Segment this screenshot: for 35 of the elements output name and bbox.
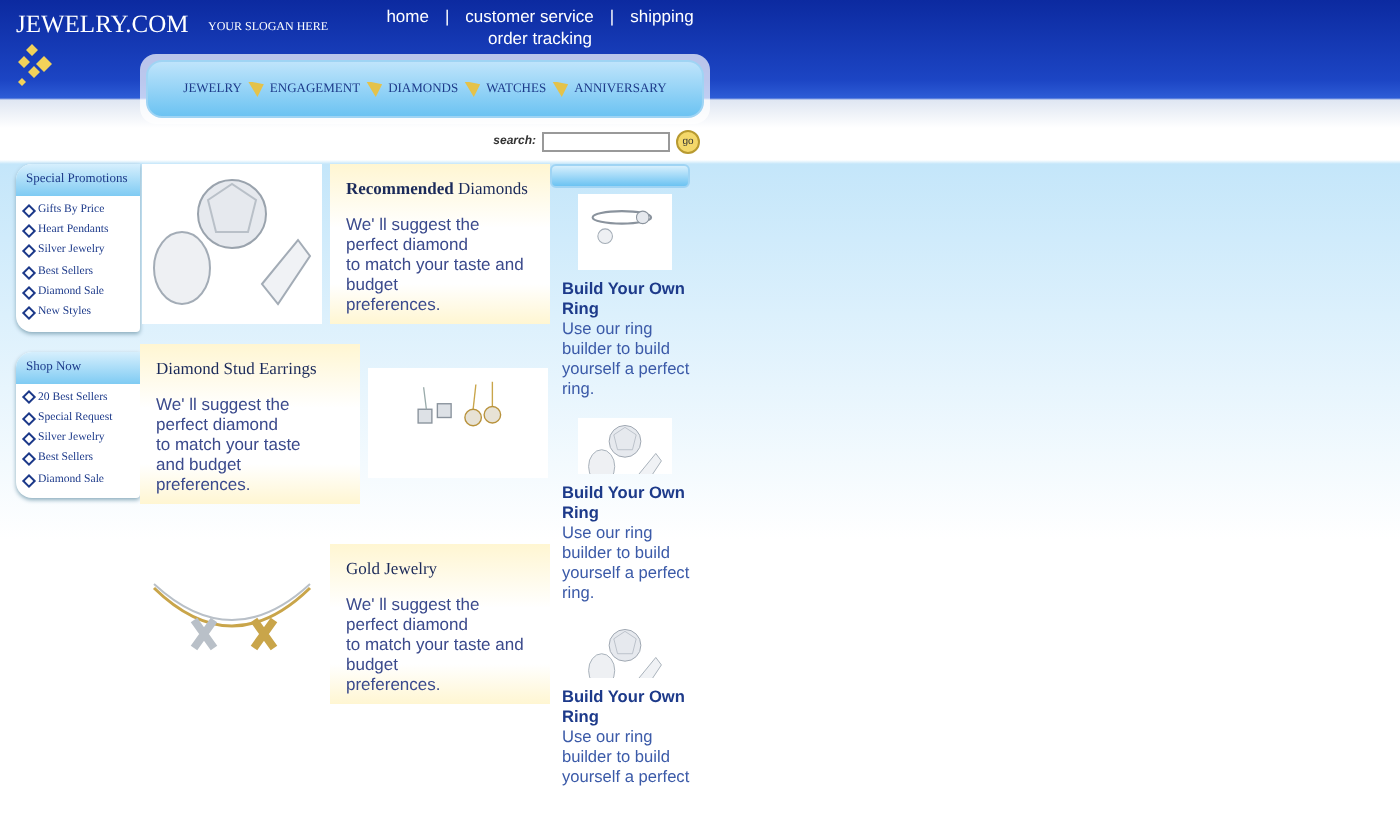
feature-title: Recommended Diamonds xyxy=(346,176,530,202)
link-separator: | xyxy=(609,6,615,28)
feature-text: We' ll suggest the perfect diamond to match your taste and budget preferences. xyxy=(346,213,526,314)
link-separator: | xyxy=(444,6,450,28)
promo-text: Use our ring builder to build yourself a perfect ring. xyxy=(562,522,692,602)
bullet-icon xyxy=(21,431,37,447)
promo-text: Use our ring builder to build yourself a perfect xyxy=(562,726,692,786)
site-logo[interactable]: JEWELRY.COM xyxy=(16,10,189,40)
nav-link[interactable]: shipping xyxy=(630,6,694,28)
ring-photo xyxy=(578,194,672,270)
bullet-icon xyxy=(21,285,37,300)
search-field[interactable] xyxy=(542,132,670,152)
bullet-icon xyxy=(21,203,37,218)
promo-title[interactable]: Build Your Own Ring xyxy=(562,278,694,318)
bullet-icon xyxy=(21,306,37,321)
promo-title[interactable]: Build Your Own Ring xyxy=(562,686,694,726)
diamonds-photo xyxy=(578,418,672,474)
bullet-icon xyxy=(21,223,37,238)
column-header-bar xyxy=(550,164,690,188)
bullet-icon xyxy=(21,390,37,405)
nav-link[interactable]: order tracking xyxy=(488,28,592,50)
bullet-icon xyxy=(21,473,37,488)
bullet-icon xyxy=(21,411,37,426)
bullet-icon xyxy=(21,265,37,280)
feature-text: We' ll suggest the perfect diamond to match your taste and budget preferences. xyxy=(346,593,526,694)
feature-text: We' ll suggest the perfect diamond to match your taste and budget preferences. xyxy=(156,393,303,494)
diamonds-logo-icon xyxy=(16,44,56,88)
promo-text: Use our ring builder to build yourself a perfect ring. xyxy=(562,318,692,398)
nav-link[interactable]: customer service xyxy=(465,6,594,28)
bullet-icon xyxy=(21,244,37,259)
feature-title: Diamond Stud Earrings xyxy=(156,356,319,382)
bullet-icon xyxy=(21,452,37,467)
feature-title: Gold Jewelry xyxy=(346,556,440,582)
nav-link[interactable]: home xyxy=(386,6,429,28)
promo-title[interactable]: Build Your Own Ring xyxy=(562,482,694,522)
